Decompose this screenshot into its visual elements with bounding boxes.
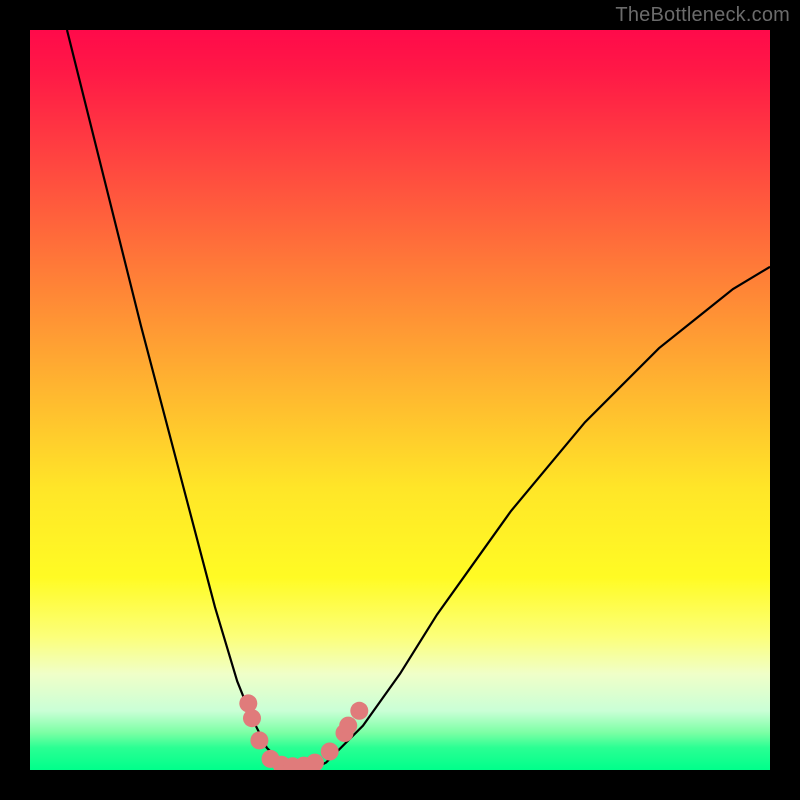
highlight-dot: [321, 743, 339, 761]
curve-layer: [67, 30, 770, 770]
highlight-dot: [243, 709, 261, 727]
plot-area: [30, 30, 770, 770]
marker-layer: [239, 694, 368, 770]
highlight-dot: [306, 754, 324, 770]
chart-svg: [30, 30, 770, 770]
outer-frame: TheBottleneck.com: [0, 0, 800, 800]
watermark-text: TheBottleneck.com: [615, 4, 790, 27]
highlight-dot: [350, 702, 368, 720]
bottleneck-curve-path: [67, 30, 770, 770]
highlight-dot: [250, 731, 268, 749]
highlight-dot: [339, 717, 357, 735]
